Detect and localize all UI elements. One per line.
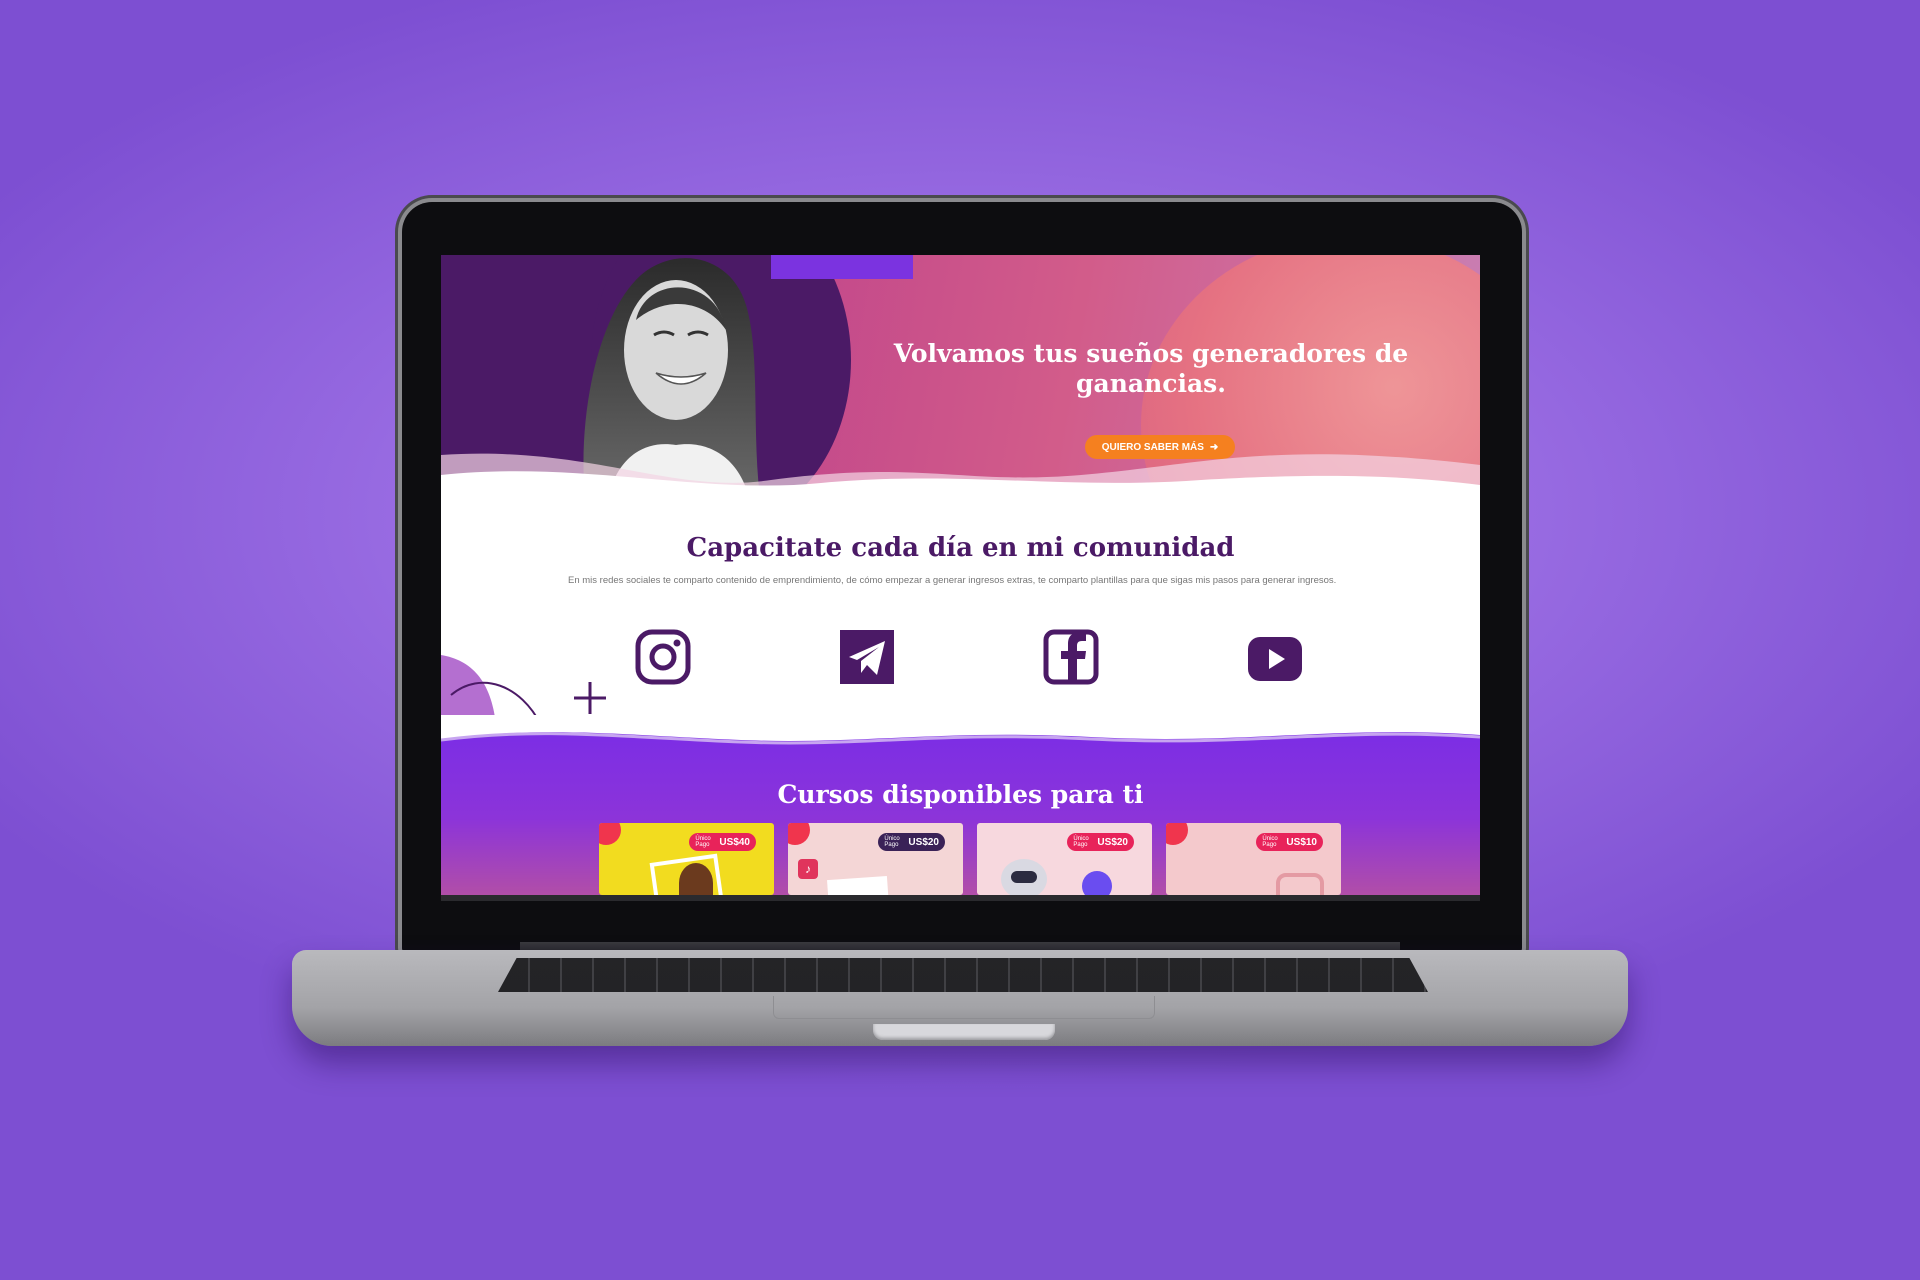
instagram-3d-icon xyxy=(1276,873,1324,895)
price-badge-caption: Único Pago xyxy=(1073,836,1089,848)
hero-section: Volvamos tus sueños generadores de ganan… xyxy=(441,255,1480,495)
course-card[interactable]: Único Pago US$10 xyxy=(1166,823,1341,895)
price-value: US$10 xyxy=(1286,836,1317,848)
price-badge-caption: Único Pago xyxy=(695,836,711,848)
price-badge: Único Pago US$10 xyxy=(1256,833,1323,851)
laptop-notch xyxy=(873,1024,1055,1040)
community-title: Capacitate cada día en mi comunidad xyxy=(686,533,1235,563)
laptop-trackpad xyxy=(773,996,1155,1019)
courses-title: Cursos disponibles para ti xyxy=(777,780,1144,809)
facebook-icon[interactable] xyxy=(1041,627,1101,687)
messenger-icon xyxy=(1082,871,1112,895)
instagram-icon[interactable] xyxy=(633,627,693,687)
youtube-icon[interactable] xyxy=(1245,627,1305,687)
price-badge-caption: Único Pago xyxy=(884,836,900,848)
courses-wave xyxy=(441,715,1480,745)
course-card[interactable]: Único Pago US$20 xyxy=(977,823,1152,895)
course-card[interactable]: Único Pago US$40 xyxy=(599,823,774,895)
laptop-screen: Volvamos tus sueños generadores de ganan… xyxy=(441,255,1480,895)
community-description: En mis redes sociales te comparto conten… xyxy=(568,575,1337,586)
price-value: US$20 xyxy=(908,836,939,848)
course-card[interactable]: ♪ Único Pago US$20 xyxy=(788,823,963,895)
tiktok-icon: ♪ xyxy=(798,859,818,879)
price-badge: Único Pago US$20 xyxy=(878,833,945,851)
telegram-icon[interactable] xyxy=(837,627,897,687)
price-badge-caption: Único Pago xyxy=(1262,836,1278,848)
screen-bottom-bar xyxy=(441,895,1480,901)
price-badge: Único Pago US$20 xyxy=(1067,833,1134,851)
plus-icon xyxy=(574,682,606,714)
price-value: US$20 xyxy=(1097,836,1128,848)
hero-title: Volvamos tus sueños generadores de ganan… xyxy=(893,339,1409,398)
hero-decor-bar xyxy=(771,255,913,279)
price-badge: Único Pago US$40 xyxy=(689,833,756,851)
price-value: US$40 xyxy=(719,836,750,848)
laptop-keyboard xyxy=(498,958,1428,992)
hero-wave xyxy=(441,453,1480,495)
